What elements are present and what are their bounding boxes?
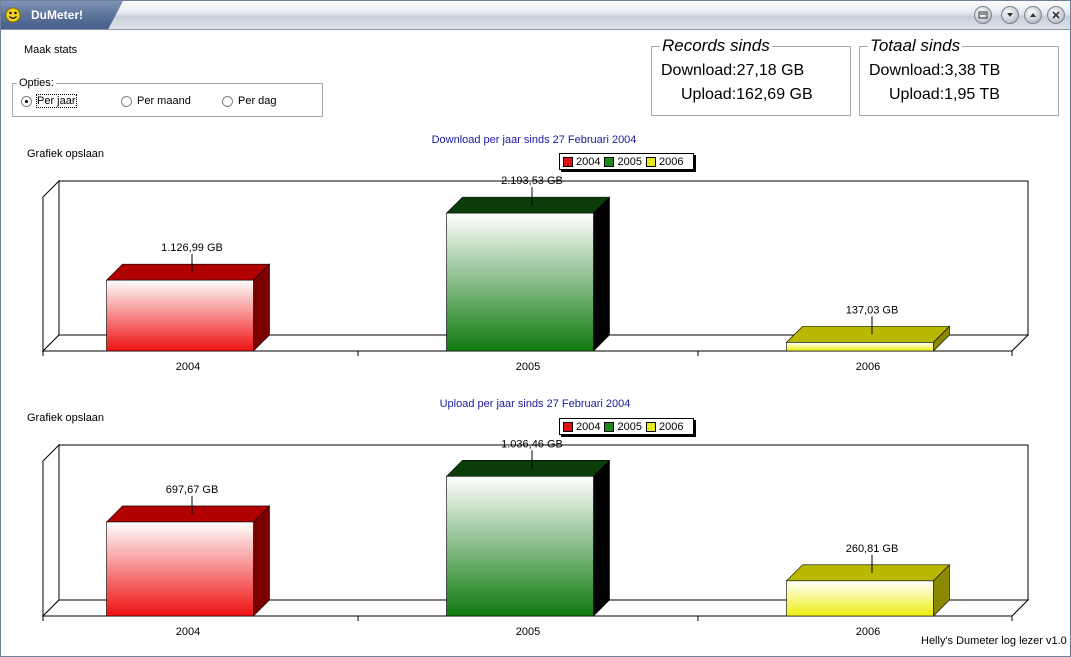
bar-side-face (253, 505, 270, 617)
bar-top-face (105, 505, 271, 523)
bar-top-face (785, 326, 951, 343)
data-label: 260,81 GB (846, 543, 899, 555)
download-chart: 1.126,99 GB 2004 2.193,53 GB 2005 137,03 GB 2… (41, 175, 1030, 373)
chart-left-wall (42, 443, 60, 618)
bar-side-face (593, 196, 610, 352)
category-label: 2006 (856, 361, 880, 373)
bar-front-face (786, 342, 934, 352)
bar-front-face (786, 580, 934, 617)
bar-top-face (785, 564, 951, 582)
bar-front-face (106, 279, 254, 352)
data-label: 137,03 GB (846, 304, 899, 316)
bar-top-face (105, 263, 271, 281)
bar-front-face (446, 476, 594, 617)
bar-side-face (593, 459, 610, 617)
version-label: Helly's Dumeter log lezer v1.0 (921, 635, 1067, 647)
bar-top-face (445, 460, 611, 477)
bar-front-face (106, 521, 254, 617)
chart-left-wall (42, 179, 60, 353)
bar-charts-canvas: 1.126,99 GB 2004 2.193,53 GB 2005 137,03 GB 2… (41, 175, 1030, 638)
data-label: 697,67 GB (166, 484, 219, 496)
bar-front-face (446, 212, 594, 352)
category-label: 2005 (516, 626, 540, 638)
category-label: 2004 (176, 361, 200, 373)
data-label: 1.036,46 GB (501, 438, 563, 450)
category-label: 2004 (176, 626, 200, 638)
category-label: 2006 (856, 626, 880, 638)
category-label: 2005 (516, 361, 540, 373)
data-label: 1.126,99 GB (161, 242, 223, 254)
bar-top-face (445, 196, 611, 214)
data-label: 2.193,53 GB (501, 175, 563, 187)
upload-chart: 697,67 GB 2004 1.036,46 GB 2005 260,81 GB 200… (41, 438, 1030, 638)
